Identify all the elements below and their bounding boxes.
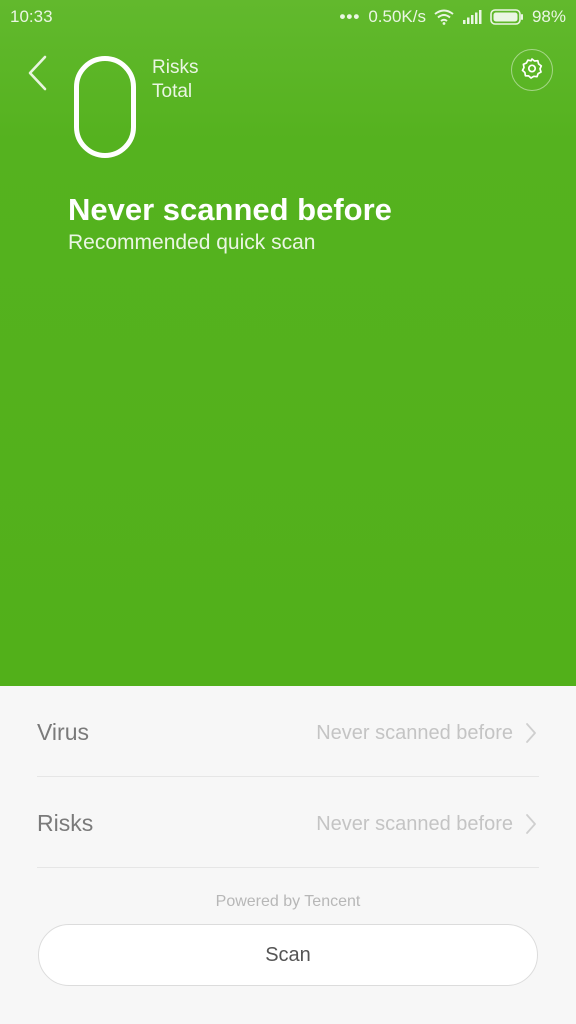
list-item-virus[interactable]: Virus Never scanned before xyxy=(37,686,539,777)
network-speed: 0.50K/s xyxy=(368,7,426,26)
total-label: Total xyxy=(152,81,193,102)
signal-icon xyxy=(462,9,482,25)
chevron-right-icon xyxy=(525,813,537,840)
battery-icon xyxy=(490,9,524,25)
battery-level: 98% xyxy=(531,7,566,26)
wifi-icon xyxy=(434,9,454,25)
back-button[interactable] xyxy=(24,54,54,94)
status-time: 10:33 xyxy=(10,7,53,26)
scan-button[interactable]: Scan xyxy=(38,924,538,986)
gear-icon xyxy=(521,57,543,84)
status-bar: 10:33 ••• 0.50K/s 98% xyxy=(0,0,576,34)
scan-status-title: Never scanned before xyxy=(68,192,392,227)
risks-label: Risks xyxy=(152,57,199,78)
scan-summary-header: 10:33 ••• 0.50K/s 98% Risks Total Never … xyxy=(0,0,576,686)
chevron-right-icon xyxy=(525,722,537,749)
scan-status-subtitle: Recommended quick scan xyxy=(68,231,316,254)
list-item-risks[interactable]: Risks Never scanned before xyxy=(37,777,539,868)
status-icons: ••• 0.50K/s 98% xyxy=(339,7,566,27)
list-item-label: Risks xyxy=(37,810,94,836)
risk-count-digit: 0 xyxy=(74,56,136,158)
settings-button[interactable] xyxy=(511,49,553,91)
back-icon xyxy=(24,55,54,98)
list-item-status: Never scanned before xyxy=(316,813,513,835)
powered-by-text: Powered by Tencent xyxy=(215,893,361,910)
more-dots-icon: ••• xyxy=(339,7,361,26)
list-item-label: Virus xyxy=(37,719,89,745)
list-item-status: Never scanned before xyxy=(316,722,513,744)
